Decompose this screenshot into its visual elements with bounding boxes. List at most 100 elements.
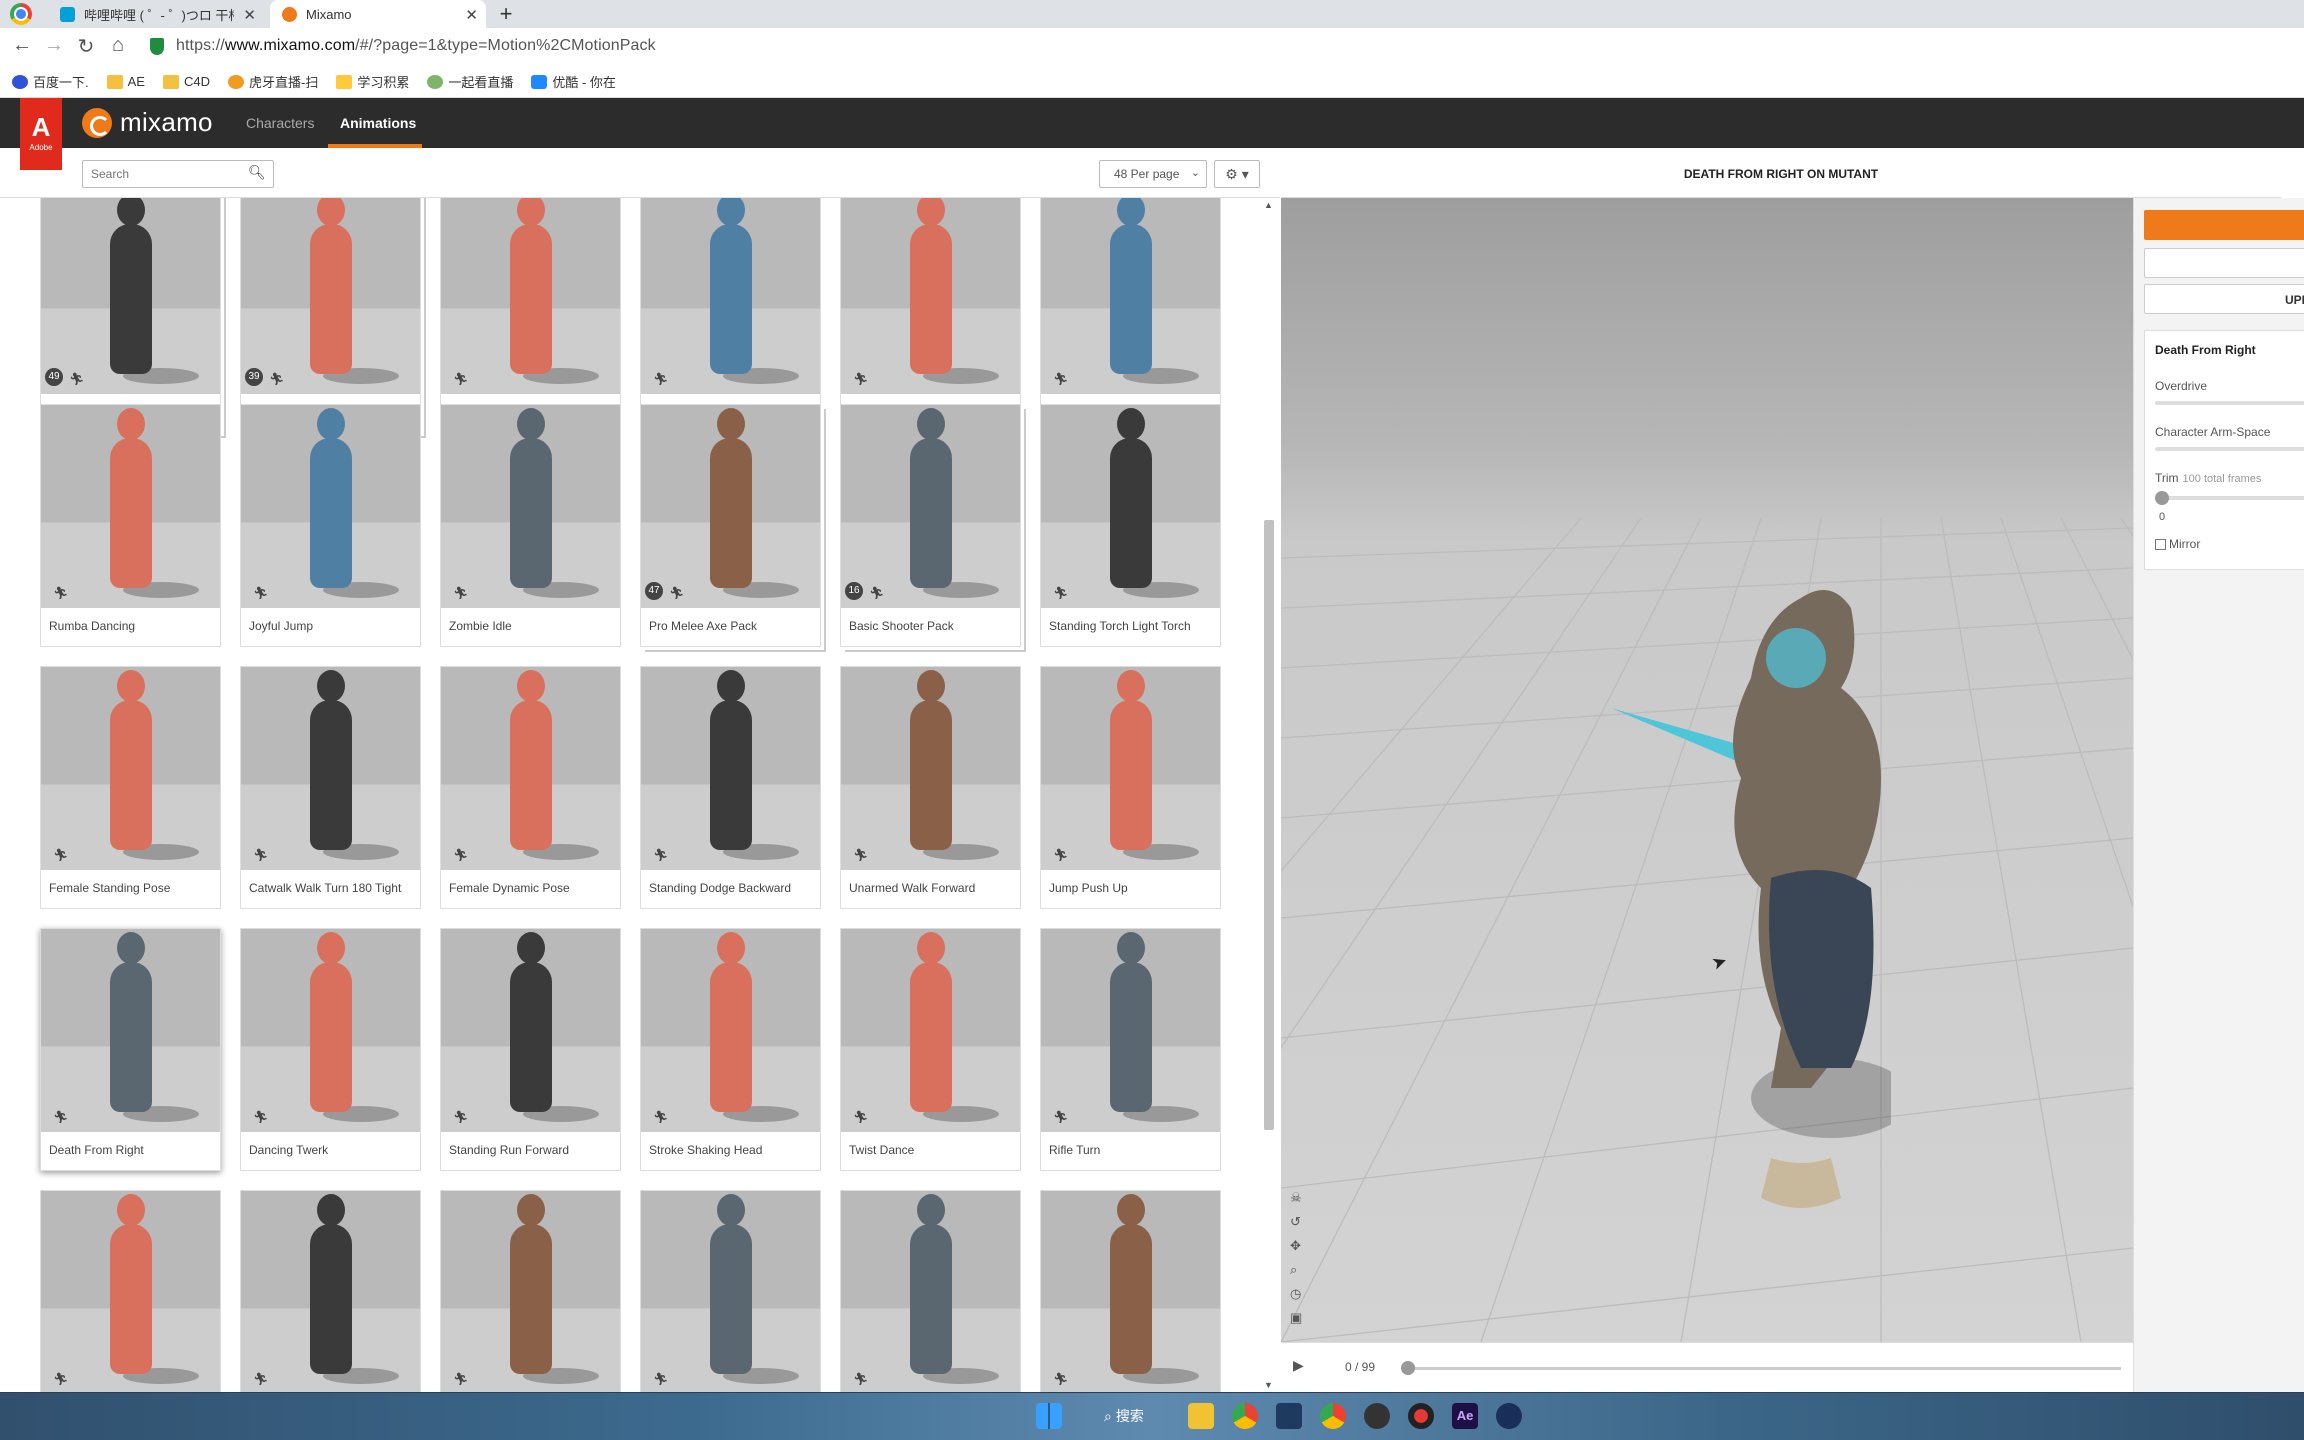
bookmark-youku[interactable]: 优酷 - 你在 (531, 72, 616, 91)
bookmark-study[interactable]: 学习积累 (336, 72, 409, 91)
skull-icon[interactable]: ☠ (1290, 1190, 1310, 1206)
upload-character-button[interactable]: UPL (2144, 284, 2304, 314)
forward-icon[interactable]: → (42, 34, 66, 57)
adobe-logo[interactable]: A Adobe (20, 98, 62, 170)
animation-card[interactable]: 🏃︎ Twist Dance (840, 928, 1021, 1171)
character-figure (309, 1194, 352, 1374)
windows-start-icon[interactable] (1036, 1403, 1062, 1429)
secondary-button[interactable] (2144, 248, 2304, 278)
tab-title: Mixamo (306, 6, 352, 22)
bookmark-baidu[interactable]: 百度一下. (12, 72, 89, 91)
chrome-icon[interactable] (1232, 1403, 1258, 1429)
animation-card[interactable]: 🏃︎ Joyful Jump (240, 404, 421, 647)
scroll-down-icon[interactable]: ▼ (1264, 1380, 1273, 1390)
cinema4d-icon[interactable] (1496, 1403, 1522, 1429)
settings-gear-button[interactable]: ⚙ ▾ (1214, 160, 1260, 188)
animation-card[interactable]: 🏃︎ (440, 1190, 621, 1392)
running-figure-icon: 🏃︎ (853, 1110, 869, 1124)
grid-scrollbar[interactable]: ▲ ▼ (1264, 200, 1274, 1390)
timeline-track[interactable] (1407, 1367, 2121, 1370)
animation-card[interactable]: 🏃︎Hip Hop Dancing (840, 198, 1021, 433)
animation-card[interactable]: 🏃︎ Rifle Turn (1040, 928, 1221, 1171)
animation-card[interactable]: 🏃︎ Standing Dodge Backward (640, 666, 821, 909)
nav-animations[interactable]: Animations (340, 115, 416, 131)
animation-card[interactable]: 🏃︎ Rumba Dancing (40, 404, 221, 647)
move-icon[interactable]: ✥ (1290, 1238, 1310, 1254)
timeline-playhead[interactable] (1401, 1361, 1415, 1375)
clock-icon[interactable]: ◷ (1290, 1286, 1310, 1302)
animation-card[interactable]: 🏃︎ Standing Run Forward (440, 928, 621, 1171)
mirror-checkbox[interactable] (2155, 538, 2166, 550)
animation-card[interactable]: 🏃︎ Death From Right (40, 928, 221, 1171)
scroll-thumb[interactable] (1264, 520, 1274, 1130)
animation-card[interactable]: 🏃︎ Catwalk Walk Turn 180 Tight (240, 666, 421, 909)
animation-card[interactable]: 🏃︎ (840, 1190, 1021, 1392)
animation-card[interactable]: 16 🏃︎ Basic Shooter Pack (840, 404, 1021, 647)
scroll-up-icon[interactable]: ▲ (1264, 200, 1273, 210)
animation-card[interactable]: 49🏃︎Sword And Shield Pack (40, 198, 221, 433)
arm-space-slider[interactable] (2155, 447, 2304, 451)
animation-card[interactable]: 🏃︎ Female Standing Pose (40, 666, 221, 909)
bookmark-c4d[interactable]: C4D (162, 74, 210, 89)
camera-icon[interactable]: ▣ (1290, 1310, 1310, 1326)
animation-card[interactable]: 🏃︎ Jump Push Up (1040, 666, 1221, 909)
animation-card[interactable]: 🏃︎ Stroke Shaking Head (640, 928, 821, 1171)
animation-card[interactable]: 🏃︎Crouch To Stand (640, 198, 821, 433)
obs-icon[interactable] (1364, 1403, 1390, 1429)
search-input[interactable] (82, 160, 274, 188)
overdrive-slider[interactable] (2155, 401, 2304, 405)
running-figure-icon: 🏃︎ (1053, 1110, 1069, 1124)
animation-card[interactable]: 🏃︎ (40, 1190, 221, 1392)
new-tab-icon[interactable]: + (494, 1, 518, 27)
animation-card[interactable]: 🏃︎ (640, 1190, 821, 1392)
close-tab-icon[interactable]: ✕ (243, 6, 256, 24)
animation-card[interactable]: 39🏃︎Capoeira Pack (240, 198, 421, 433)
chrome-icon[interactable] (1320, 1403, 1346, 1429)
character-figure (109, 198, 152, 374)
reload-icon[interactable]: ↻ (74, 34, 98, 59)
tab-bilibili[interactable]: 哔哩哔哩 ( ゜- ゜)つロ 干杯~- ✕ (48, 0, 264, 28)
back-icon[interactable]: ← (10, 34, 34, 57)
per-page-select[interactable]: 48 Per page ⌄ (1099, 160, 1207, 188)
running-figure-icon: 🏃︎ (1053, 372, 1069, 386)
brand-name[interactable]: mixamo (120, 107, 213, 138)
search-icon[interactable]: 🔍︎ (248, 164, 266, 181)
animation-card[interactable]: 🏃︎ Unarmed Walk Forward (840, 666, 1021, 909)
after-effects-icon[interactable]: Ae (1452, 1403, 1478, 1429)
animation-card[interactable]: 🏃︎ Female Dynamic Pose (440, 666, 621, 909)
taskbar-search[interactable]: ⌕ 搜索 (1104, 1406, 1144, 1426)
animation-name: Jump Push Up (1049, 881, 1128, 895)
animation-card[interactable]: 🏃︎ Zombie Idle (440, 404, 621, 647)
animation-card[interactable]: 🏃︎Silly Dancing (1040, 198, 1221, 433)
animation-card[interactable]: 🏃︎ (240, 1190, 421, 1392)
animation-card[interactable]: 🏃︎ Dancing Twerk (240, 928, 421, 1171)
mirror-option[interactable]: Mirror (2155, 537, 2200, 551)
zoom-icon[interactable]: ⌕ (1290, 1262, 1310, 1278)
home-icon[interactable]: ⌂ (106, 34, 130, 57)
close-tab-icon[interactable]: ✕ (465, 6, 478, 24)
animation-card[interactable]: 🏃︎ (1040, 1190, 1221, 1392)
trim-slider[interactable] (2155, 496, 2304, 500)
rotate-icon[interactable]: ↺ (1290, 1214, 1310, 1230)
trim-slider-handle[interactable] (2155, 491, 2169, 505)
play-icon[interactable]: ▶ (1293, 1357, 1304, 1374)
animation-name: Female Dynamic Pose (449, 881, 570, 895)
3d-preview-viewport[interactable] (1281, 198, 2133, 1342)
bookmark-huya[interactable]: 虎牙直播-扫 (227, 72, 318, 91)
download-button[interactable] (2144, 210, 2304, 240)
app-icon[interactable] (1276, 1403, 1302, 1429)
file-explorer-icon[interactable] (1188, 1403, 1214, 1429)
animation-card[interactable]: 🏃︎Praying (440, 198, 621, 433)
url-field[interactable]: https://www.mixamo.com/#/?page=1&type=Mo… (176, 37, 656, 55)
bookmark-ae[interactable]: AE (106, 74, 145, 89)
mixamo-logo-icon[interactable] (82, 108, 112, 138)
nav-characters[interactable]: Characters (246, 115, 314, 131)
animation-card[interactable]: 47 🏃︎ Pro Melee Axe Pack (640, 404, 821, 647)
bookmark-live[interactable]: 一起看直播 (427, 72, 513, 91)
animation-card[interactable]: 🏃︎ Standing Torch Light Torch (1040, 404, 1221, 647)
tab-mixamo[interactable]: Mixamo ✕ (270, 0, 486, 28)
windows-taskbar: ⌕ 搜索 Ae (0, 1392, 2304, 1440)
url-scheme: https:// (176, 37, 225, 54)
running-figure-icon: 🏃︎ (1053, 848, 1069, 862)
record-icon[interactable] (1408, 1403, 1434, 1429)
